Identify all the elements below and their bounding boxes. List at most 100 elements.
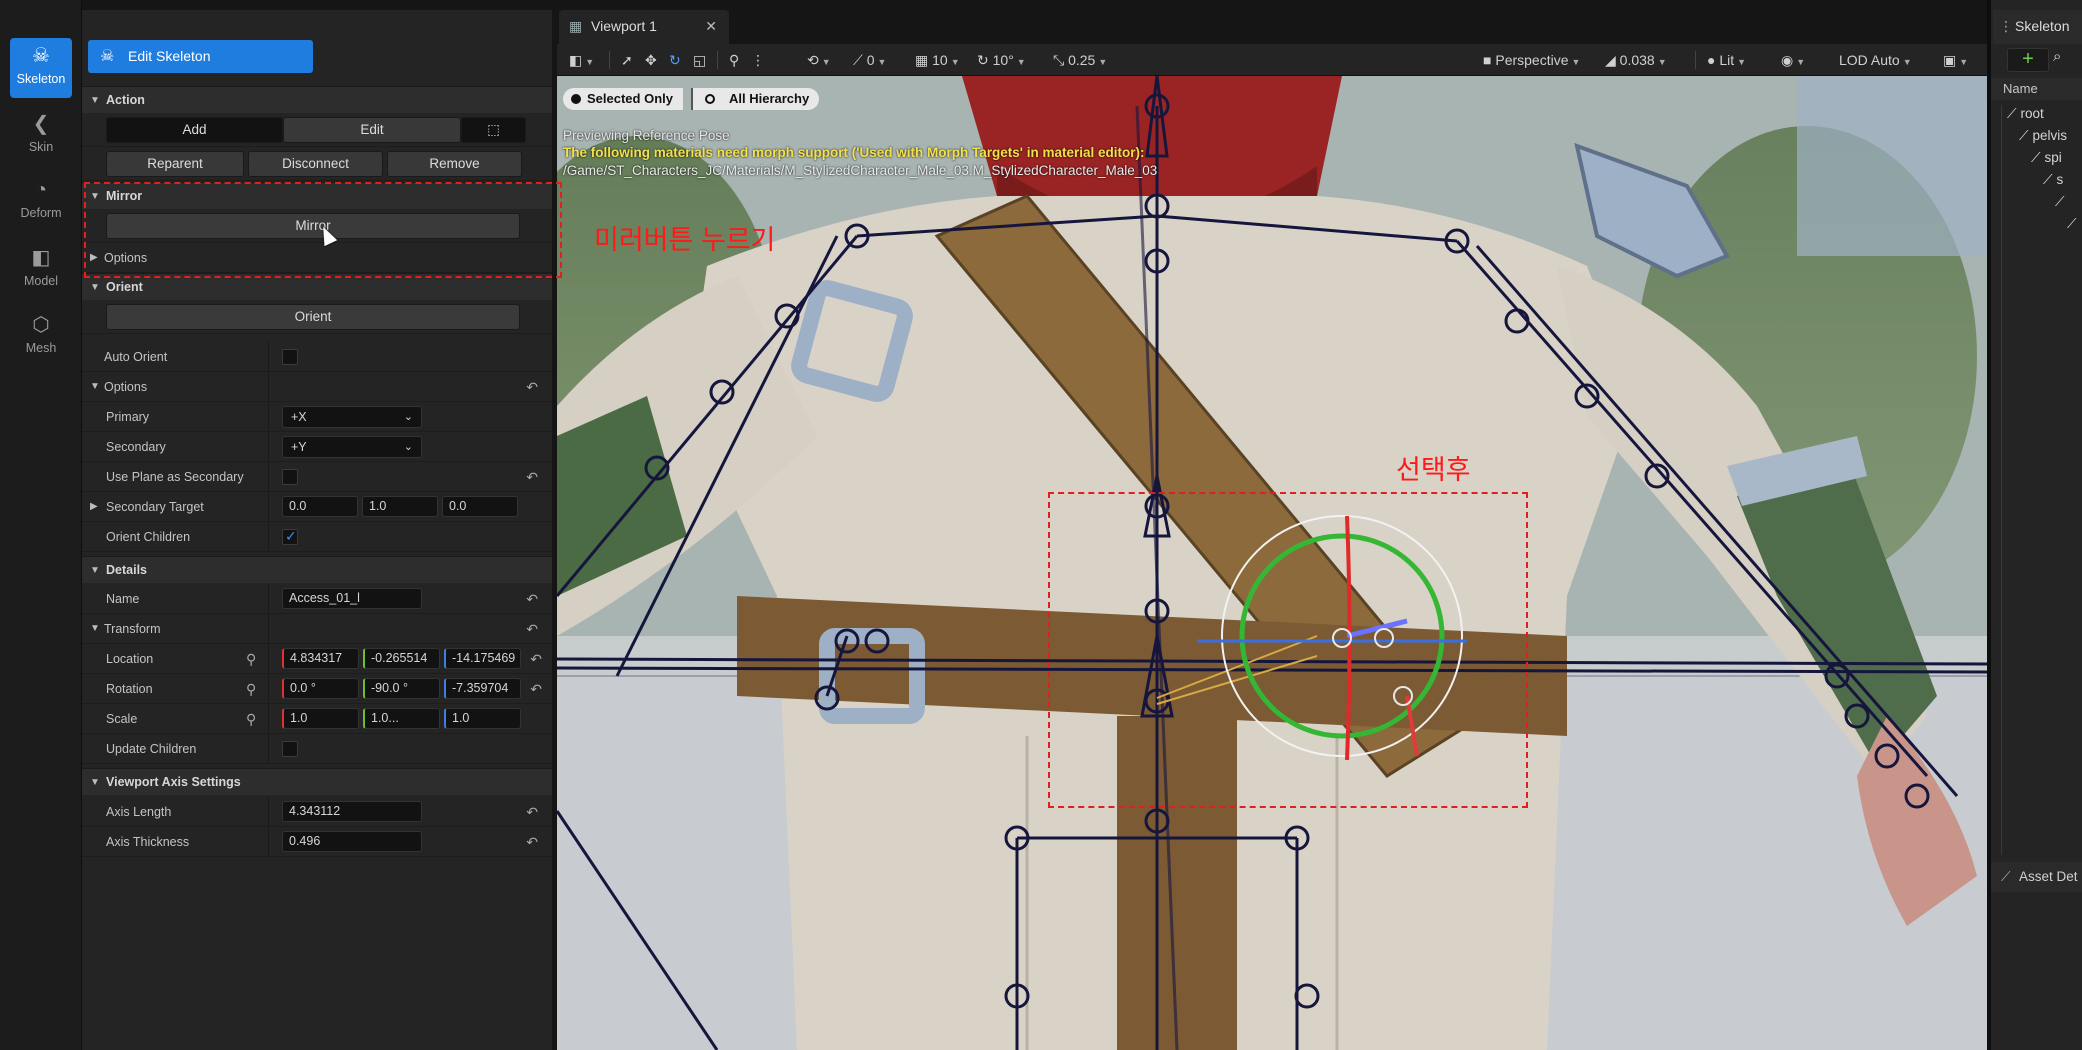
bone-name-field[interactable]: Access_01_l	[282, 588, 422, 609]
column-header-name: Name	[1991, 78, 2082, 100]
plus-icon: +	[2022, 48, 2034, 70]
tree-item-root[interactable]: ⟋ root	[2007, 106, 2044, 122]
reset-icon[interactable]: ↶	[526, 584, 538, 614]
tree-item-spine-2[interactable]: ⟋ s	[2043, 172, 2063, 188]
edit-skeleton-button[interactable]: ☠ Edit Skeleton	[88, 40, 313, 73]
move-snap-button[interactable]: ▦ 10 ▼	[915, 44, 960, 78]
rotate-icon[interactable]: ↻	[669, 44, 681, 76]
mode-bar: ☠ Skeleton ❮ Skin ◔ Deform ◧ Model ⬡ Mes…	[0, 0, 82, 1050]
perspective-button[interactable]: ■ Perspective ▼	[1483, 44, 1580, 78]
coordinate-space-icon[interactable]: ⚲	[729, 44, 739, 76]
options-menu-button[interactable]: ◧ ▼	[569, 44, 594, 78]
remove-button[interactable]: Remove	[387, 151, 522, 177]
reset-icon[interactable]: ↶	[526, 827, 538, 857]
surface-snap-button[interactable]: ⟲ ▼	[807, 44, 831, 78]
mesh-icon: ⬡	[32, 314, 50, 336]
reset-icon[interactable]: ↶	[530, 644, 542, 674]
lod-button[interactable]: LOD Auto ▼	[1839, 44, 1912, 78]
orient-button[interactable]: Orient	[106, 304, 520, 330]
auto-orient-checkbox[interactable]	[282, 349, 298, 365]
preview-message: Previewing Reference Pose	[563, 128, 730, 143]
skeleton-icon: ☠	[32, 45, 50, 67]
rotation-z[interactable]: -7.359704	[444, 678, 521, 699]
select-tool-button[interactable]: ⬚	[461, 117, 526, 143]
mode-mesh[interactable]: ⬡ Mesh	[10, 307, 72, 367]
reset-icon[interactable]: ↶	[530, 674, 542, 704]
tree-item-child[interactable]: ⟋	[2067, 216, 2080, 232]
tab-asset-details[interactable]: ⟋ Asset Det	[1991, 862, 2082, 892]
section-viewport-axis[interactable]: ▼ Viewport Axis Settings	[82, 768, 552, 795]
coordinate-space-icon[interactable]: ⚲	[246, 704, 256, 734]
location-x[interactable]: 4.834317	[282, 648, 359, 669]
reset-icon[interactable]: ↶	[526, 614, 538, 644]
transform-row[interactable]: ▼ Transform ↶	[82, 614, 552, 644]
scale-icon[interactable]: ◱	[693, 44, 706, 76]
rotation-snap-button[interactable]: ↻ 10° ▼	[977, 44, 1026, 78]
reset-icon[interactable]: ↶	[526, 372, 538, 402]
search-icon[interactable]: ⌕	[2053, 48, 2061, 65]
location-z[interactable]: -14.175469	[444, 648, 521, 669]
axis-length-field[interactable]: 4.343112	[282, 801, 422, 822]
select-hint-text: 선택후	[1396, 455, 1471, 485]
reset-icon[interactable]: ↶	[526, 797, 538, 827]
update-children-checkbox[interactable]	[282, 741, 298, 757]
secondary-target-y[interactable]: 1.0	[362, 496, 438, 517]
secondary-target-x[interactable]: 0.0	[282, 496, 358, 517]
translate-icon[interactable]: ✥	[645, 44, 657, 76]
surface-snap-icon: ⟲	[807, 52, 819, 68]
more-options-icon[interactable]: ⋮	[751, 44, 765, 76]
material-path-message: /Game/ST_Characters_JC/Materials/M_Styli…	[563, 163, 1158, 178]
mode-deform[interactable]: ◔ Deform	[10, 172, 72, 232]
bone-icon: ⟋	[2019, 128, 2029, 143]
scale-snap-button[interactable]: ⤡ 0.25 ▼	[1053, 44, 1107, 78]
orient-options-row[interactable]: ▼ Options ↶	[82, 372, 552, 402]
skeleton-tree-panel: ⋮ Skeleton + ⌕ Name ⟋ root ⟋ pelvis ⟋ spi ⟋…	[1987, 0, 2082, 1050]
rotation-x[interactable]: 0.0 °	[282, 678, 359, 699]
close-icon[interactable]: ✕	[705, 10, 717, 42]
show-button[interactable]: ◉ ▼	[1781, 44, 1805, 78]
mode-model[interactable]: ◧ Model	[10, 240, 72, 300]
primary-axis-select[interactable]: +X ⌄	[282, 406, 422, 428]
grid-snap-button[interactable]: ⟋ 0 ▼	[853, 44, 886, 78]
secondary-target-row: ▶ Secondary Target 0.0 1.0 0.0	[82, 492, 552, 522]
coordinate-space-icon[interactable]: ⚲	[246, 644, 256, 674]
edit-button[interactable]: Edit	[283, 117, 461, 143]
tab-viewport-1[interactable]: ▦ Viewport 1 ✕	[559, 10, 729, 44]
use-plane-checkbox[interactable]	[282, 469, 298, 485]
scale-y[interactable]: 1.0...	[363, 708, 440, 729]
fov-icon: ◢	[1605, 52, 1620, 68]
section-action[interactable]: ▼ Action	[82, 86, 552, 113]
scale-x[interactable]: 1.0	[282, 708, 359, 729]
secondary-axis-select[interactable]: +Y ⌄	[282, 436, 422, 458]
layout-button[interactable]: ▣ ▼	[1943, 44, 1968, 78]
tab-skeleton[interactable]: ⋮ Skeleton	[1993, 10, 2082, 44]
mode-skin[interactable]: ❮ Skin	[10, 106, 72, 166]
axis-thickness-field[interactable]: 0.496	[282, 831, 422, 852]
rotation-y[interactable]: -90.0 °	[363, 678, 440, 699]
reparent-button[interactable]: Reparent	[106, 151, 244, 177]
add-button[interactable]: Add	[106, 117, 283, 143]
model-icon: ◧	[31, 247, 51, 269]
all-hierarchy-toggle[interactable]: All Hierarchy	[691, 88, 820, 110]
tree-item-pelvis[interactable]: ⟋ pelvis	[2019, 128, 2067, 144]
camera-speed-button[interactable]: ◢ 0.038 ▼	[1605, 44, 1667, 78]
disconnect-button[interactable]: Disconnect	[248, 151, 383, 177]
location-y[interactable]: -0.265514	[363, 648, 440, 669]
tree-item-child[interactable]: ⟋	[2055, 194, 2068, 210]
tree-item-spine[interactable]: ⟋ spi	[2031, 150, 2062, 166]
selection-highlight-box	[1048, 492, 1528, 808]
collapse-arrow-icon: ▼	[90, 381, 100, 392]
mode-skeleton[interactable]: ☠ Skeleton	[10, 38, 72, 98]
orient-children-checkbox[interactable]	[282, 528, 298, 545]
add-bone-button[interactable]: +	[2007, 48, 2049, 72]
scale-z[interactable]: 1.0	[444, 708, 521, 729]
select-mode-icon[interactable]: ➚	[621, 44, 633, 76]
reset-icon[interactable]: ↶	[526, 462, 538, 492]
lit-button[interactable]: ● Lit ▼	[1707, 44, 1746, 78]
cursor-select-icon: ⬚	[487, 122, 500, 137]
selected-only-toggle[interactable]: Selected Only	[563, 88, 683, 110]
coordinate-space-icon[interactable]: ⚲	[246, 674, 256, 704]
secondary-target-z[interactable]: 0.0	[442, 496, 518, 517]
section-details[interactable]: ▼ Details	[82, 556, 552, 583]
expand-arrow-icon[interactable]: ▶	[90, 492, 98, 522]
